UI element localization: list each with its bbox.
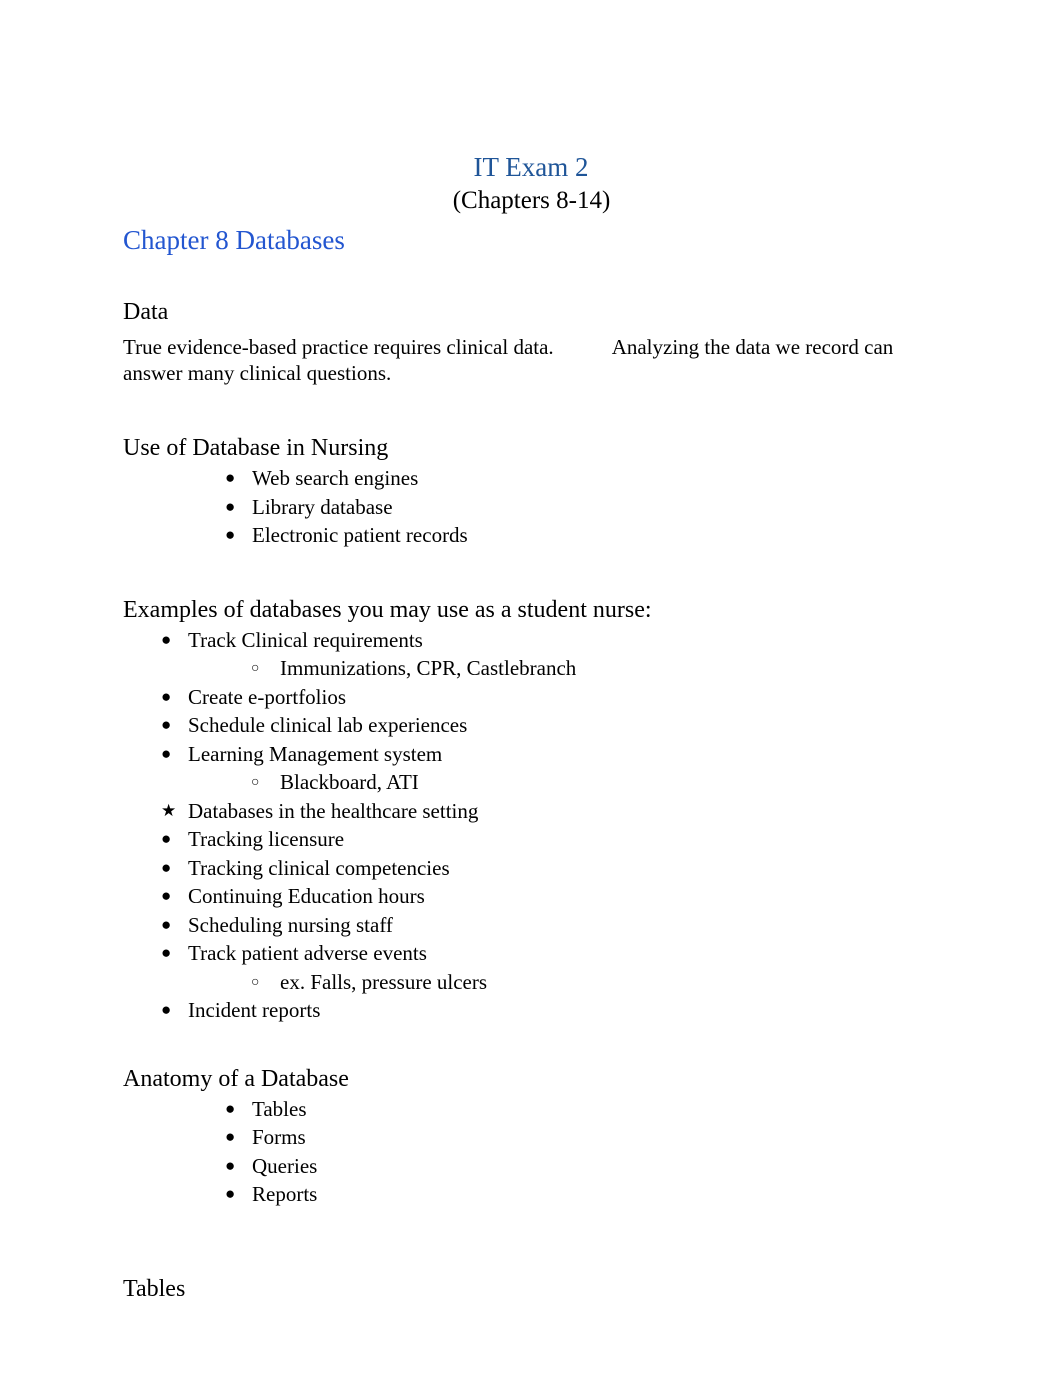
list-item: ● Web search engines	[225, 464, 940, 493]
sub-list: ○ Blackboard, ATI	[188, 768, 940, 797]
list-item: ● Reports	[225, 1180, 940, 1209]
use-of-database-list: ● Web search engines ● Library database ● Ele…	[123, 464, 940, 550]
disc-bullet-icon: ●	[161, 629, 172, 649]
disc-bullet-icon: ●	[161, 686, 172, 706]
section-heading-anatomy: Anatomy of a Database	[123, 1065, 349, 1092]
list-item: ● Tracking licensure	[161, 825, 940, 854]
disc-bullet-icon: ●	[225, 1155, 236, 1175]
list-item: ● Learning Management system ○ Blackboard, …	[161, 740, 940, 797]
sub-list-item-label: Blackboard, ATI	[280, 770, 419, 794]
sub-list-item-label: Immunizations, CPR, Castlebranch	[280, 656, 577, 680]
list-item-label: Forms	[252, 1125, 306, 1149]
section-heading-data: Data	[123, 299, 169, 325]
list-item-label: Scheduling nursing staff	[188, 912, 393, 937]
list-item-label: Continuing Education hours	[188, 884, 425, 908]
list-item: ● Track patient adverse events ○ ex. Falls,…	[161, 939, 940, 996]
list-item: ● Library database	[225, 493, 940, 522]
circle-bullet-icon: ○	[251, 775, 260, 790]
list-item-label: Track Clinical requirements	[188, 627, 423, 652]
list-item-label: Track patient adverse events	[188, 941, 427, 965]
data-paragraph: True evidence-based practice requires cl…	[123, 328, 898, 386]
disc-bullet-icon: ●	[161, 914, 172, 934]
list-item: ● Queries	[225, 1152, 940, 1181]
disc-bullet-icon: ●	[161, 857, 172, 877]
list-item-label: Learning Management system	[188, 741, 443, 766]
list-item-label: Library database	[252, 494, 393, 519]
examples-list: ● Track Clinical requirements ○ Immunizatio…	[123, 626, 940, 797]
sub-list: ○ ex. Falls, pressure ulcers	[188, 968, 940, 997]
list-item-label: Electronic patient records	[252, 523, 468, 547]
list-item-label: Queries	[252, 1153, 318, 1178]
list-item: ● Tracking clinical competencies	[161, 854, 940, 883]
list-item-label: Tracking clinical competencies	[188, 855, 450, 880]
chapter-heading: Chapter 8 Databases	[123, 217, 940, 258]
list-item: ● Electronic patient records	[225, 521, 940, 550]
data-paragraph-part1: True evidence-based practice requires cl…	[123, 335, 554, 359]
list-item: ● Tables	[225, 1095, 940, 1124]
document-page: IT Exam 2 (Chapters 8-14) Chapter 8 Data…	[0, 0, 1062, 1377]
sub-list-item: ○ Immunizations, CPR, Castlebranch	[251, 654, 940, 683]
circle-bullet-icon: ○	[251, 661, 260, 676]
disc-bullet-icon: ●	[161, 886, 172, 905]
section-heading-examples: Examples of databases you may use as a s…	[123, 596, 652, 623]
list-item-label: Databases in the healthcare setting	[188, 798, 479, 823]
disc-bullet-icon: ●	[161, 1000, 172, 1019]
disc-bullet-icon: ●	[225, 525, 236, 544]
document-title: IT Exam 2	[473, 152, 589, 182]
disc-bullet-icon: ●	[225, 468, 236, 487]
sub-list-item: ○ Blackboard, ATI	[251, 768, 940, 797]
sub-list-item-label: ex. Falls, pressure ulcers	[280, 969, 488, 994]
section-heading-use-of-database: Use of Database in Nursing	[123, 435, 389, 461]
list-item: ● Scheduling nursing staff	[161, 911, 940, 940]
list-item: ● Schedule clinical lab experiences	[161, 711, 940, 740]
list-item-label: Web search engines	[252, 466, 419, 490]
disc-bullet-icon: ●	[225, 496, 236, 516]
sub-list-item: ○ ex. Falls, pressure ulcers	[251, 968, 940, 997]
list-item: ● Create e-portfolios	[161, 683, 940, 712]
anatomy-list: ● Tables ● Forms ● Queries ● Reports	[123, 1095, 940, 1209]
list-item-label: Reports	[252, 1182, 318, 1206]
section-heading-tables: Tables	[123, 1275, 186, 1302]
disc-bullet-icon: ●	[225, 1184, 236, 1203]
list-item-label: Schedule clinical lab experiences	[188, 713, 468, 737]
disc-bullet-icon: ●	[225, 1127, 236, 1146]
list-item-label: Tables	[252, 1096, 307, 1121]
star-bullet-icon: ★	[161, 800, 177, 820]
list-item-label: Create e-portfolios	[188, 684, 347, 709]
circle-bullet-icon: ○	[251, 974, 260, 990]
disc-bullet-icon: ●	[161, 743, 172, 763]
disc-bullet-icon: ●	[161, 829, 172, 848]
list-item: ★ Databases in the healthcare setting	[161, 797, 940, 826]
document-subtitle: (Chapters 8-14)	[452, 187, 611, 214]
healthcare-setting-list: ★ Databases in the healthcare setting ● Tra…	[123, 797, 940, 1025]
list-item: ● Forms	[225, 1123, 940, 1152]
chapter-heading-text: Chapter 8 Databases	[123, 225, 345, 255]
disc-bullet-icon: ●	[161, 715, 172, 734]
list-item-label: Incident reports	[188, 998, 321, 1022]
disc-bullet-icon: ●	[161, 943, 172, 962]
list-item: ● Track Clinical requirements ○ Immunizatio…	[161, 626, 940, 683]
list-item: ● Incident reports	[161, 996, 940, 1025]
list-item: ● Continuing Education hours	[161, 882, 940, 911]
sub-list: ○ Immunizations, CPR, Castlebranch	[188, 654, 940, 683]
disc-bullet-icon: ●	[225, 1098, 236, 1118]
list-item-label: Tracking licensure	[188, 827, 345, 851]
